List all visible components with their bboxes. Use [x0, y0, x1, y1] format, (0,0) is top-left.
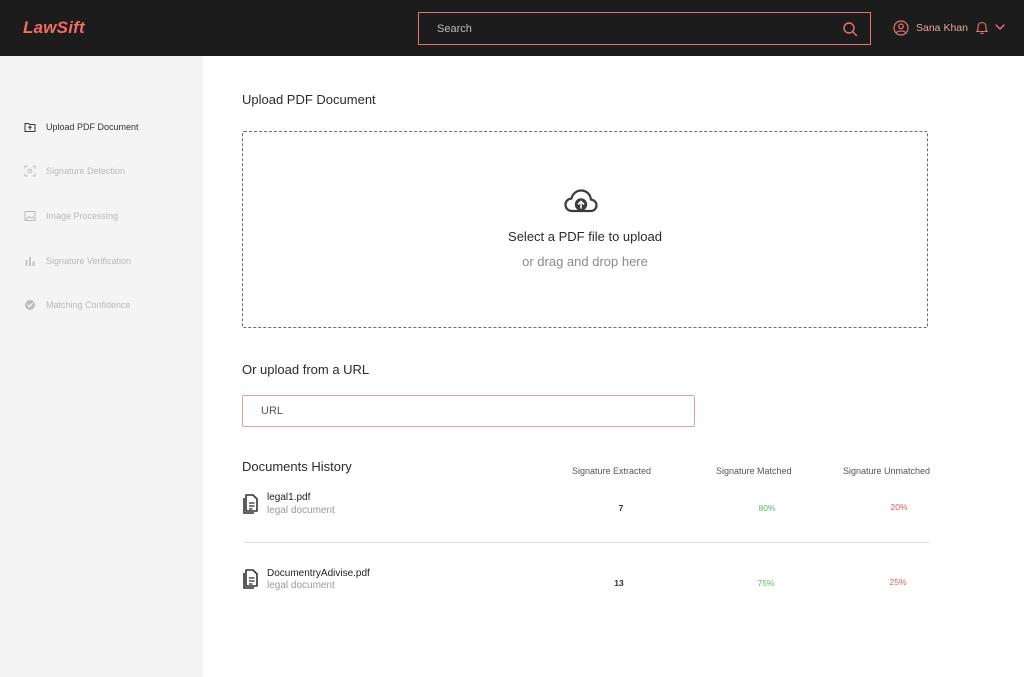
document-icon [243, 569, 258, 589]
sidebar-item-label: Upload PDF Document [46, 122, 139, 132]
document-name[interactable]: legal1.pdf [267, 492, 310, 503]
sidebar-item-label: Image Processing [46, 211, 119, 221]
document-type: legal document [267, 580, 335, 591]
sidebar-item-upload-pdf[interactable]: Upload PDF Document [24, 119, 139, 135]
bell-icon[interactable] [975, 20, 989, 35]
column-header-signature-matched: Signature Matched [716, 466, 792, 476]
document-type: legal document [267, 505, 335, 516]
image-icon [24, 211, 36, 221]
dropzone-title: Select a PDF file to upload [508, 229, 662, 244]
sidebar-item-image-processing[interactable]: Image Processing [24, 208, 118, 224]
upload-heading: Upload PDF Document [242, 92, 376, 107]
upload-icon [24, 123, 36, 132]
signature-unmatched-value: 20% [890, 502, 908, 512]
column-header-signature-extracted: Signature Extracted [572, 466, 652, 476]
document-name[interactable]: DocumentryAdivise.pdf [267, 568, 370, 579]
signature-matched-value: 75% [757, 578, 775, 588]
chevron-down-icon[interactable] [994, 22, 1006, 32]
column-header-signature-unmatched: Signature Unmatched [843, 466, 931, 476]
scan-icon [24, 165, 36, 177]
row-divider [244, 542, 930, 543]
sidebar-item-matching-confidence[interactable]: Matching Confidence [24, 297, 131, 313]
sidebar: Upload PDF Document Signature Detection … [0, 56, 203, 677]
url-input[interactable] [242, 395, 695, 427]
signature-matched-value: 80% [758, 503, 776, 513]
pdf-dropzone[interactable]: Select a PDF file to upload or drag and … [242, 131, 928, 328]
bar-chart-icon [25, 257, 35, 266]
cloud-upload-icon [564, 189, 598, 213]
check-circle-icon [25, 300, 35, 310]
sidebar-item-signature-detection[interactable]: Signature Detection [24, 163, 125, 179]
sidebar-item-label: Signature Detection [46, 166, 126, 176]
search-icon[interactable] [842, 21, 858, 37]
signature-extracted-value: 7 [618, 503, 624, 513]
top-bar: LawSift Sana Khan [0, 0, 1024, 56]
app-logo[interactable]: LawSift [23, 18, 85, 38]
sidebar-item-label: Matching Confidence [46, 300, 131, 310]
documents-history-heading: Documents History [242, 459, 352, 474]
url-upload-heading: Or upload from a URL [242, 362, 370, 377]
signature-extracted-value: 13 [614, 578, 624, 588]
dropzone-subtitle: or drag and drop here [522, 254, 648, 269]
user-avatar-icon [893, 20, 909, 36]
user-menu[interactable]: Sana Khan [893, 19, 968, 37]
user-name[interactable]: Sana Khan [916, 22, 968, 34]
document-icon [243, 494, 258, 514]
sidebar-item-signature-verification[interactable]: Signature Verification [24, 253, 131, 269]
sidebar-item-label: Signature Verification [46, 256, 132, 266]
signature-unmatched-value: 25% [889, 577, 907, 587]
search-input[interactable] [419, 13, 839, 44]
search-box[interactable] [418, 12, 871, 45]
